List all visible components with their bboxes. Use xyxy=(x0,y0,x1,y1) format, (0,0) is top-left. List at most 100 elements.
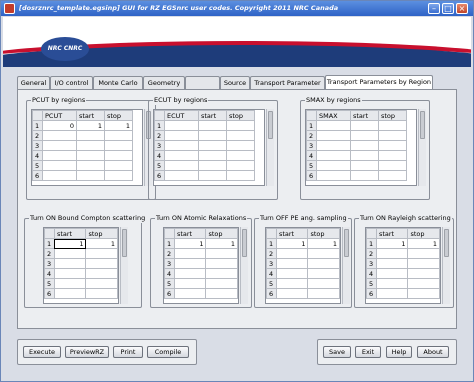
table-cell[interactable] xyxy=(42,150,77,161)
table-cell[interactable] xyxy=(316,170,351,181)
table-cell[interactable] xyxy=(205,288,238,299)
table-cell[interactable] xyxy=(205,258,238,269)
table-cell[interactable]: 1 xyxy=(53,238,87,249)
table-cell[interactable] xyxy=(350,170,379,181)
pe-table[interactable]: start stop 111 2 3 4 5 6 xyxy=(265,227,341,304)
ecut-table[interactable]: ECUT start stop 1 2 3 4 5 6 xyxy=(153,109,265,186)
table-cell[interactable] xyxy=(173,278,207,289)
table-cell[interactable]: 0 xyxy=(42,120,77,131)
compton-table[interactable]: start stop 111 2 3 4 5 6 xyxy=(43,227,119,304)
table-cell[interactable] xyxy=(375,278,409,289)
table-cell[interactable] xyxy=(275,268,309,279)
table-cell[interactable] xyxy=(164,130,199,141)
table-cell[interactable] xyxy=(173,288,207,299)
table-cell[interactable] xyxy=(378,140,407,151)
table-cell[interactable] xyxy=(53,258,87,269)
scroll-thumb[interactable] xyxy=(122,229,127,257)
table-cell[interactable] xyxy=(378,130,407,141)
table-cell[interactable] xyxy=(378,160,407,171)
table-cell[interactable] xyxy=(198,140,227,151)
scroll-thumb[interactable] xyxy=(344,229,349,257)
table-cell[interactable] xyxy=(226,170,255,181)
table-cell[interactable] xyxy=(275,288,309,299)
tab-transport-by-region[interactable]: Transport Parameters by Region xyxy=(325,75,433,89)
table-cell[interactable] xyxy=(76,170,105,181)
table-cell[interactable]: 1 xyxy=(307,238,340,249)
table-cell[interactable] xyxy=(164,120,199,131)
table-cell[interactable] xyxy=(104,140,133,151)
table-cell[interactable] xyxy=(85,268,118,279)
table-cell[interactable] xyxy=(53,278,87,289)
table-cell[interactable] xyxy=(350,130,379,141)
table-cell[interactable] xyxy=(316,130,351,141)
table-cell[interactable] xyxy=(76,130,105,141)
table-cell[interactable] xyxy=(375,258,409,269)
table-cell[interactable] xyxy=(316,120,351,131)
tab-transport-parameter[interactable]: Transport Parameter xyxy=(250,76,325,89)
table-cell[interactable] xyxy=(85,248,118,259)
smax-table[interactable]: SMAX start stop 1 2 3 4 5 6 xyxy=(305,109,417,186)
table-cell[interactable] xyxy=(407,278,440,289)
smax-scrollbar[interactable] xyxy=(418,109,426,186)
table-cell[interactable] xyxy=(378,150,407,161)
table-cell[interactable] xyxy=(350,140,379,151)
app-icon[interactable] xyxy=(4,3,15,14)
table-cell[interactable] xyxy=(173,248,207,259)
minimize-icon[interactable]: – xyxy=(428,3,440,14)
table-cell[interactable] xyxy=(378,170,407,181)
table-cell[interactable] xyxy=(198,120,227,131)
table-cell[interactable] xyxy=(226,160,255,171)
relax-table[interactable]: start stop 111 2 3 4 5 6 xyxy=(163,227,239,304)
table-cell[interactable] xyxy=(104,150,133,161)
table-cell[interactable] xyxy=(375,248,409,259)
table-cell[interactable] xyxy=(407,288,440,299)
table-cell[interactable] xyxy=(198,170,227,181)
close-icon[interactable]: × xyxy=(456,3,468,14)
preview-rz-button[interactable]: PreviewRZ xyxy=(65,346,109,358)
table-cell[interactable] xyxy=(226,130,255,141)
table-cell[interactable] xyxy=(76,140,105,151)
table-cell[interactable] xyxy=(85,278,118,289)
table-cell[interactable]: 1 xyxy=(407,238,440,249)
table-cell[interactable] xyxy=(164,150,199,161)
table-cell[interactable] xyxy=(407,248,440,259)
table-cell[interactable] xyxy=(375,268,409,279)
rayleigh-table[interactable]: start stop 111 2 3 4 5 6 xyxy=(365,227,441,304)
scroll-thumb[interactable] xyxy=(444,229,449,257)
table-cell[interactable] xyxy=(42,170,77,181)
table-cell[interactable] xyxy=(53,288,87,299)
table-cell[interactable] xyxy=(307,268,340,279)
ecut-scrollbar[interactable] xyxy=(266,109,274,186)
table-cell[interactable] xyxy=(307,258,340,269)
table-cell[interactable] xyxy=(104,170,133,181)
table-cell[interactable] xyxy=(275,278,309,289)
table-cell[interactable] xyxy=(307,278,340,289)
table-cell[interactable] xyxy=(307,288,340,299)
table-cell[interactable] xyxy=(226,120,255,131)
compile-button[interactable]: Compile xyxy=(147,346,189,358)
scroll-thumb[interactable] xyxy=(420,111,425,139)
tab-general[interactable]: General xyxy=(17,76,50,89)
table-cell[interactable] xyxy=(307,248,340,259)
table-cell[interactable] xyxy=(85,288,118,299)
title-bar[interactable]: [dosrznrc_template.egsinp] GUI for RZ EG… xyxy=(1,1,473,16)
table-cell[interactable] xyxy=(53,248,87,259)
table-cell[interactable] xyxy=(85,258,118,269)
table-cell[interactable] xyxy=(407,258,440,269)
scroll-thumb[interactable] xyxy=(268,111,273,139)
table-cell[interactable] xyxy=(76,160,105,171)
table-cell[interactable] xyxy=(275,258,309,269)
save-button[interactable]: Save xyxy=(323,346,351,358)
tab-geometry[interactable]: Geometry xyxy=(143,76,185,89)
table-cell[interactable] xyxy=(407,268,440,279)
table-cell[interactable] xyxy=(375,288,409,299)
table-cell[interactable]: 1 xyxy=(375,238,409,249)
pcut-table[interactable]: PCUT start stop 1011 2 3 4 5 6 xyxy=(31,109,143,186)
table-cell[interactable] xyxy=(350,150,379,161)
table-cell[interactable] xyxy=(198,160,227,171)
pe-scrollbar[interactable] xyxy=(342,227,350,304)
table-cell[interactable]: 1 xyxy=(275,238,309,249)
table-cell[interactable]: 1 xyxy=(173,238,207,249)
help-button[interactable]: Help xyxy=(386,346,412,358)
table-cell[interactable] xyxy=(350,160,379,171)
